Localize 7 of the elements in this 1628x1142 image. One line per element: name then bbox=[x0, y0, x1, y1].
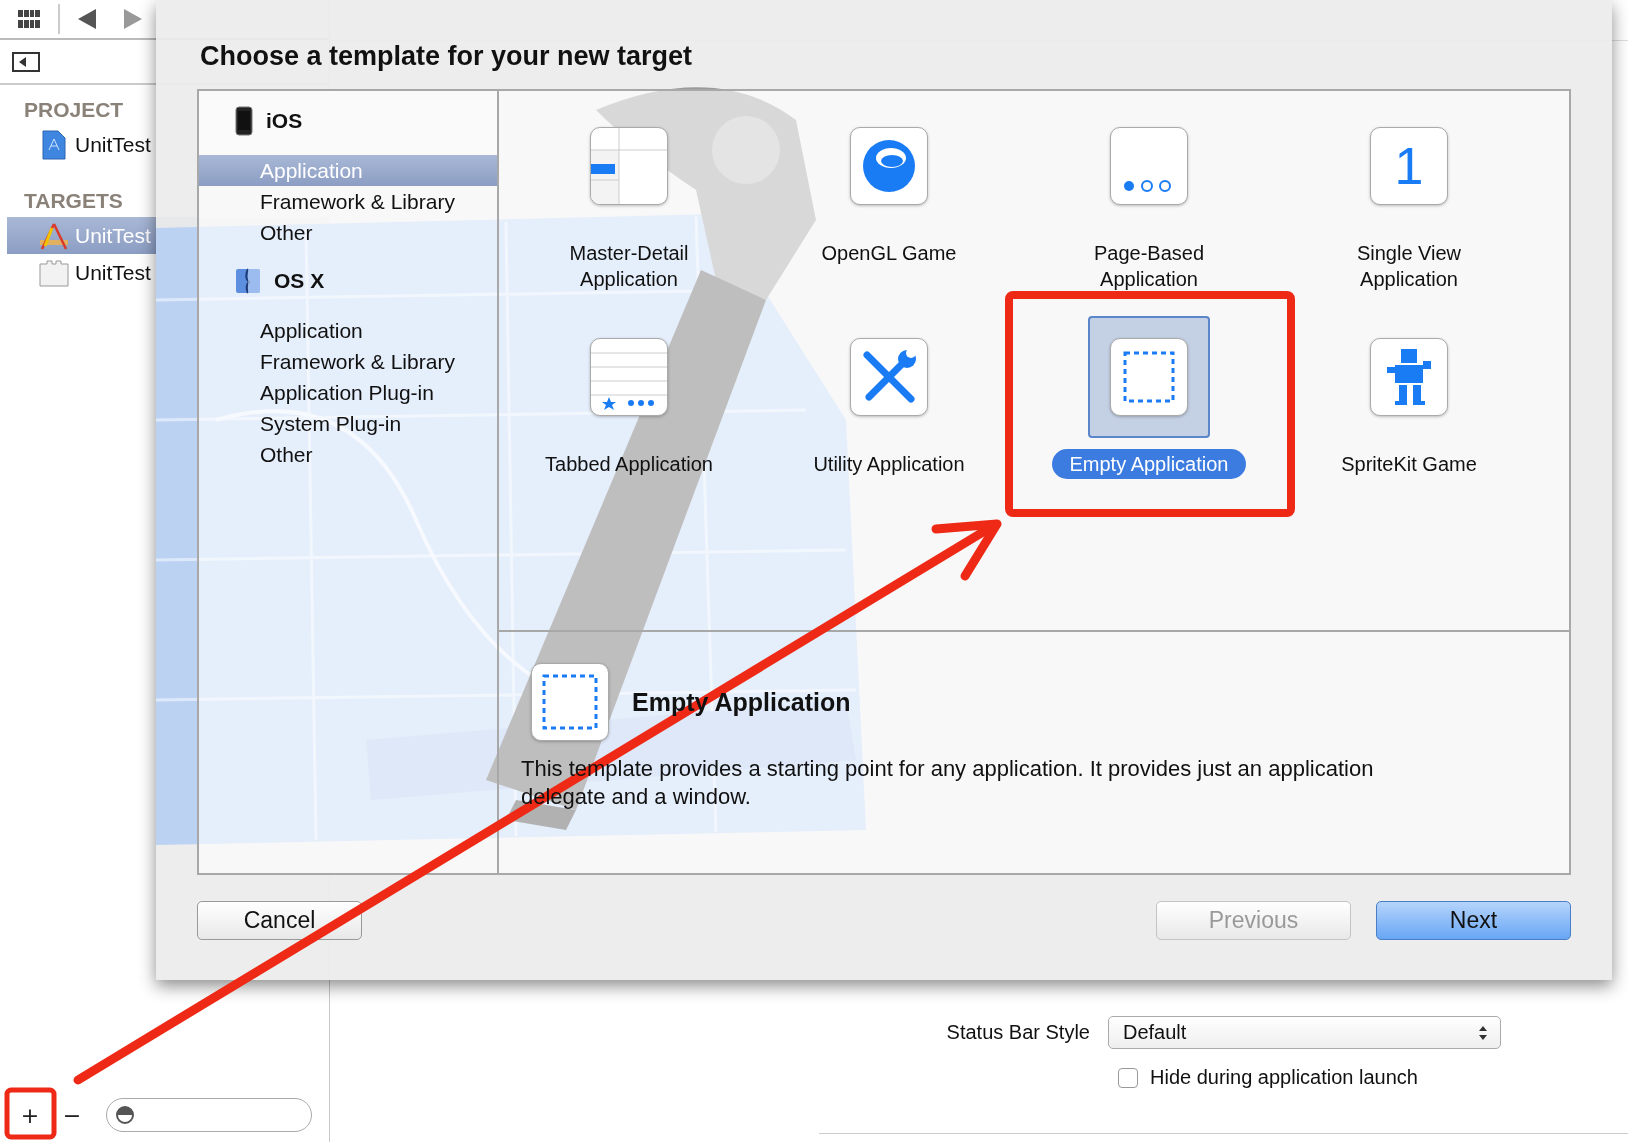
section-heading: PROJECT bbox=[23, 97, 124, 123]
setting-label: Status Bar Style bbox=[945, 1021, 1090, 1044]
platform-heading: OS X bbox=[274, 269, 325, 293]
section-heading: TARGETS bbox=[23, 188, 123, 214]
checkbox-label: Hide during application launch bbox=[1150, 1066, 1418, 1089]
sheet-title: Choose a template for your new target bbox=[200, 41, 693, 71]
platform-heading: iOS bbox=[266, 109, 303, 133]
